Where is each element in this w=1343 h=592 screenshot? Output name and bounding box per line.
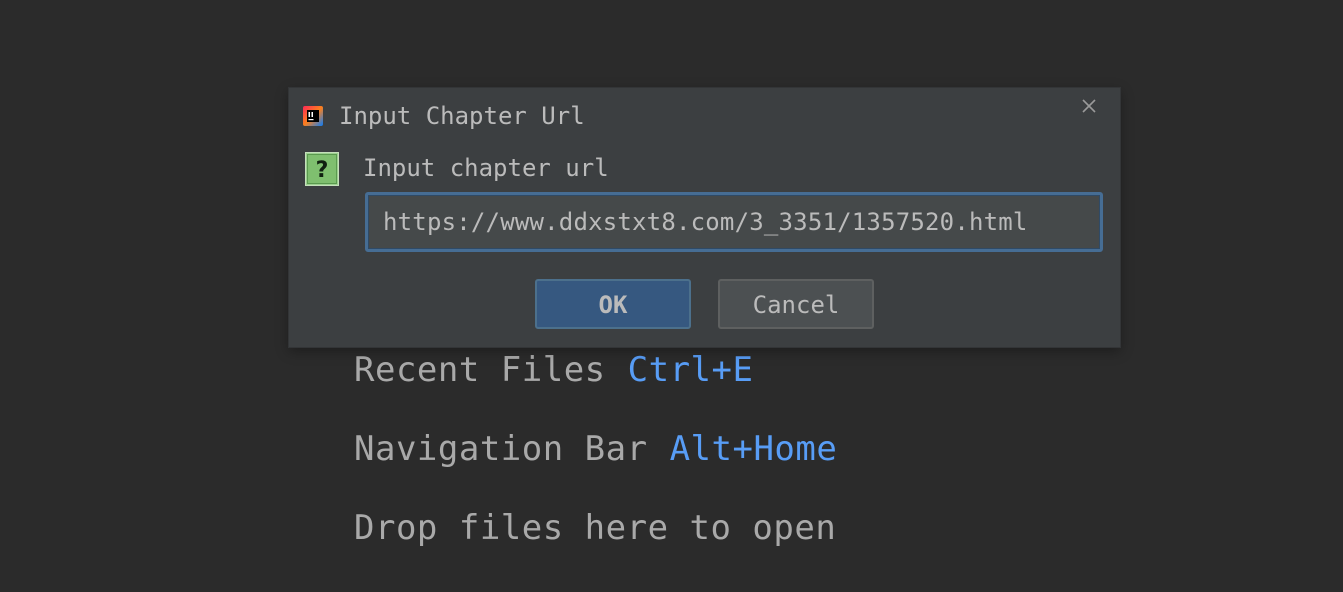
ok-button[interactable]: OK [535, 279, 691, 329]
hint-navigation-bar-label: Navigation Bar [354, 429, 648, 469]
close-icon[interactable] [1080, 97, 1098, 115]
hint-recent-files-label: Recent Files [354, 350, 606, 390]
svg-text:?: ? [316, 158, 329, 183]
hint-recent-files: Recent Files Ctrl+E [354, 350, 753, 390]
chapter-url-input[interactable] [368, 195, 1100, 249]
hint-navigation-bar-shortcut: Alt+Home [669, 429, 838, 469]
hint-recent-files-shortcut: Ctrl+E [627, 350, 754, 390]
url-input-frame [365, 192, 1103, 252]
hint-navigation-bar: Navigation Bar Alt+Home [354, 429, 837, 469]
intellij-app-icon [303, 106, 323, 126]
dialog-title: Input Chapter Url [339, 102, 585, 130]
dialog-title-bar[interactable]: Input Chapter Url [289, 88, 1120, 144]
prompt-label: Input chapter url [363, 154, 609, 182]
input-dialog: Input Chapter Url ? Input chapter url OK… [289, 88, 1120, 347]
hint-drop-files: Drop files here to open [354, 508, 837, 548]
cancel-button[interactable]: Cancel [718, 279, 874, 329]
question-icon: ? [305, 152, 339, 186]
